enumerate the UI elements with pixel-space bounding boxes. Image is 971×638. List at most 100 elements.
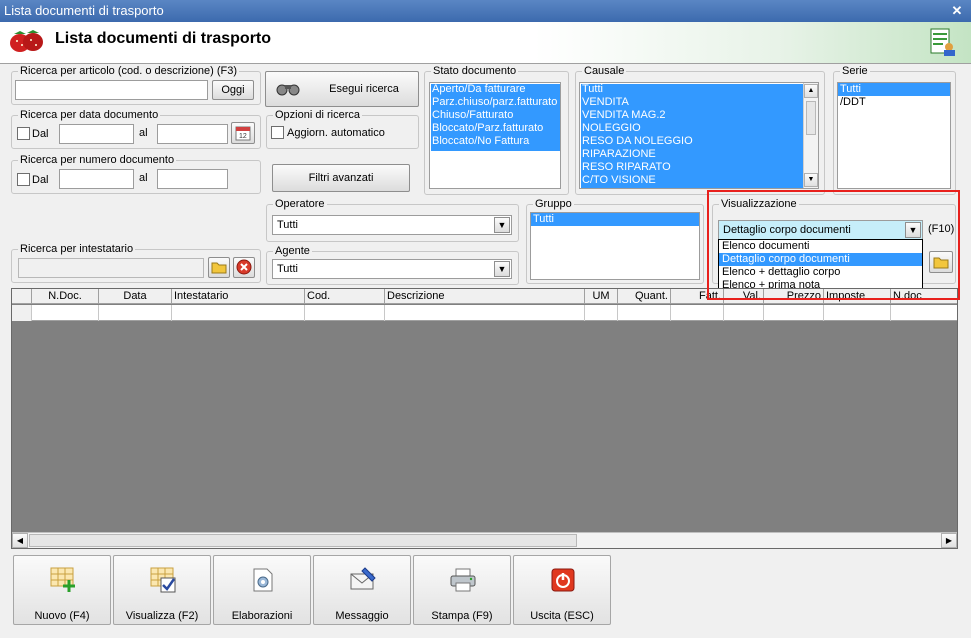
ricerca-numero-al-label: al [139,172,148,184]
oggi-button[interactable]: Oggi [212,80,254,100]
intestatario-folder-button[interactable] [208,257,230,278]
ricerca-numero-dal-input[interactable] [59,169,134,189]
operatore-select[interactable]: Tutti ▼ [272,215,512,235]
causale-scrollbar[interactable]: ▲ ▼ [803,83,818,188]
esegui-ricerca-button[interactable]: Esegui ricerca [265,71,419,107]
scroll-thumb[interactable] [29,534,577,547]
table-cell[interactable] [824,305,891,321]
grid-col-0[interactable] [12,289,32,304]
scroll-left-icon[interactable]: ◀ [12,533,28,548]
grid-col-imposte[interactable]: Imposte [824,289,891,304]
grid-col-ndoc[interactable]: N.Doc. [32,289,99,304]
scroll-down-icon[interactable]: ▼ [804,173,818,187]
scroll-thumb[interactable] [806,101,816,135]
causale-item-4[interactable]: RESO DA NOLEGGIO [580,135,818,148]
close-icon[interactable]: ✕ [949,0,965,22]
aggiorn-automatico-label: Aggiorn. automatico [287,127,385,139]
causale-item-7[interactable]: C/TO VISIONE [580,174,818,187]
gruppo-item-0[interactable]: Tutti [531,213,699,226]
scroll-up-icon[interactable]: ▲ [804,84,818,98]
row-indicator[interactable] [12,305,32,321]
grid-col-descrizione[interactable]: Descrizione [385,289,585,304]
ricerca-numero-dal-label: Dal [32,174,49,186]
chevron-down-icon[interactable]: ▼ [494,261,510,277]
svg-text:12: 12 [239,133,247,140]
serie-item-0[interactable]: Tutti [838,83,950,96]
table-cell[interactable] [585,305,618,321]
ricerca-data-dal-checkbox[interactable] [17,127,30,140]
nuovo-button[interactable]: Nuovo (F4) [13,555,111,625]
causale-item-3[interactable]: NOLEGGIO [580,122,818,135]
causale-item-6[interactable]: RESO RIPARATO [580,161,818,174]
gruppo-list[interactable]: Tutti [530,212,700,280]
causale-item-0[interactable]: Tutti [580,83,818,96]
intestatario-clear-button[interactable] [233,257,255,278]
stato-item-3[interactable]: Bloccato/Parz.fatturato [430,122,560,135]
uscita-button[interactable]: Uscita (ESC) [513,555,611,625]
ricerca-articolo-input[interactable] [15,80,208,100]
causale-item-2[interactable]: VENDITA MAG.2 [580,109,818,122]
stato-item-2[interactable]: Chiuso/Fatturato [430,109,560,122]
binoculars-icon [276,84,300,96]
aggiorn-automatico-checkbox[interactable] [271,126,284,139]
ricerca-numero-al-input[interactable] [157,169,228,189]
serie-list[interactable]: Tutti /DDT [837,82,951,189]
ricerca-data-dal-input[interactable] [59,124,134,144]
documenti-grid[interactable]: N.Doc. Data Intestatario Cod. Descrizion… [11,288,958,549]
chevron-down-icon[interactable]: ▼ [494,217,510,233]
grid-col-intestatario[interactable]: Intestatario [172,289,305,304]
serie-item-1[interactable]: /DDT [838,96,950,109]
users-report-icon[interactable] [929,27,957,57]
visualizzazione-dropdown-list[interactable]: Elenco documenti Dettaglio corpo documen… [718,239,923,294]
visualizzazione-option-0[interactable]: Elenco documenti [719,240,922,253]
grid-col-fatt[interactable]: Fatt. [671,289,724,304]
table-cell[interactable] [385,305,585,321]
table-cell[interactable] [305,305,385,321]
filtri-avanzati-button[interactable]: Filtri avanzati [272,164,410,192]
strawberry-logo-icon [10,30,43,52]
grid-col-prezzo[interactable]: Prezzo [764,289,824,304]
visualizza-button[interactable]: Visualizza (F2) [113,555,211,625]
table-cell[interactable] [764,305,824,321]
chevron-down-icon[interactable]: ▼ [905,222,921,238]
ricerca-intestatario-input[interactable] [18,258,204,278]
table-cell[interactable] [99,305,172,321]
table-cell[interactable] [891,305,957,321]
printer-icon [450,568,476,592]
grid-horizontal-scrollbar[interactable]: ◀ ▶ [12,532,957,548]
causale-item-1[interactable]: VENDITA [580,96,818,109]
grid-col-um[interactable]: UM [585,289,618,304]
stampa-button[interactable]: Stampa (F9) [413,555,511,625]
table-cell[interactable] [724,305,764,321]
grid-col-ndoc-2[interactable]: N.doc [891,289,957,304]
grid-col-val[interactable]: Val. [724,289,764,304]
stato-item-4[interactable]: Bloccato/No Fattura [430,135,560,148]
causale-legend: Causale [582,65,627,77]
stato-item-0[interactable]: Aperto/Da fatturare [430,83,560,96]
visualizzazione-option-2[interactable]: Elenco + dettaglio corpo [719,266,922,279]
grid-col-quant[interactable]: Quant. [618,289,671,304]
grid-col-cod[interactable]: Cod. [305,289,385,304]
table-row[interactable] [12,305,957,321]
gruppo-legend: Gruppo [533,198,574,210]
visualizzazione-option-1[interactable]: Dettaglio corpo documenti [719,253,922,266]
table-cell[interactable] [671,305,724,321]
ricerca-data-al-input[interactable] [157,124,228,144]
stato-documento-list[interactable]: Aperto/Da fatturare Parz.chiuso/parz.fat… [429,82,561,189]
table-cell[interactable] [618,305,671,321]
causale-item-5[interactable]: RIPARAZIONE [580,148,818,161]
grid-col-data[interactable]: Data [99,289,172,304]
table-cell[interactable] [172,305,305,321]
stato-item-1[interactable]: Parz.chiuso/parz.fatturato [430,96,560,109]
agente-select[interactable]: Tutti ▼ [272,259,512,279]
elaborazioni-button[interactable]: Elaborazioni [213,555,311,625]
visualizzazione-shortcut: (F10) [928,223,955,235]
messaggio-button[interactable]: Messaggio [313,555,411,625]
visualizzazione-folder-button[interactable] [929,251,953,273]
scroll-right-icon[interactable]: ▶ [941,533,957,548]
visualizzazione-select[interactable]: Dettaglio corpo documenti ▼ [718,220,923,240]
table-cell[interactable] [32,305,99,321]
causale-list[interactable]: Tutti VENDITA VENDITA MAG.2 NOLEGGIO RES… [579,82,819,189]
ricerca-numero-dal-checkbox[interactable] [17,173,30,186]
calendar-button[interactable]: 12 [231,122,255,144]
